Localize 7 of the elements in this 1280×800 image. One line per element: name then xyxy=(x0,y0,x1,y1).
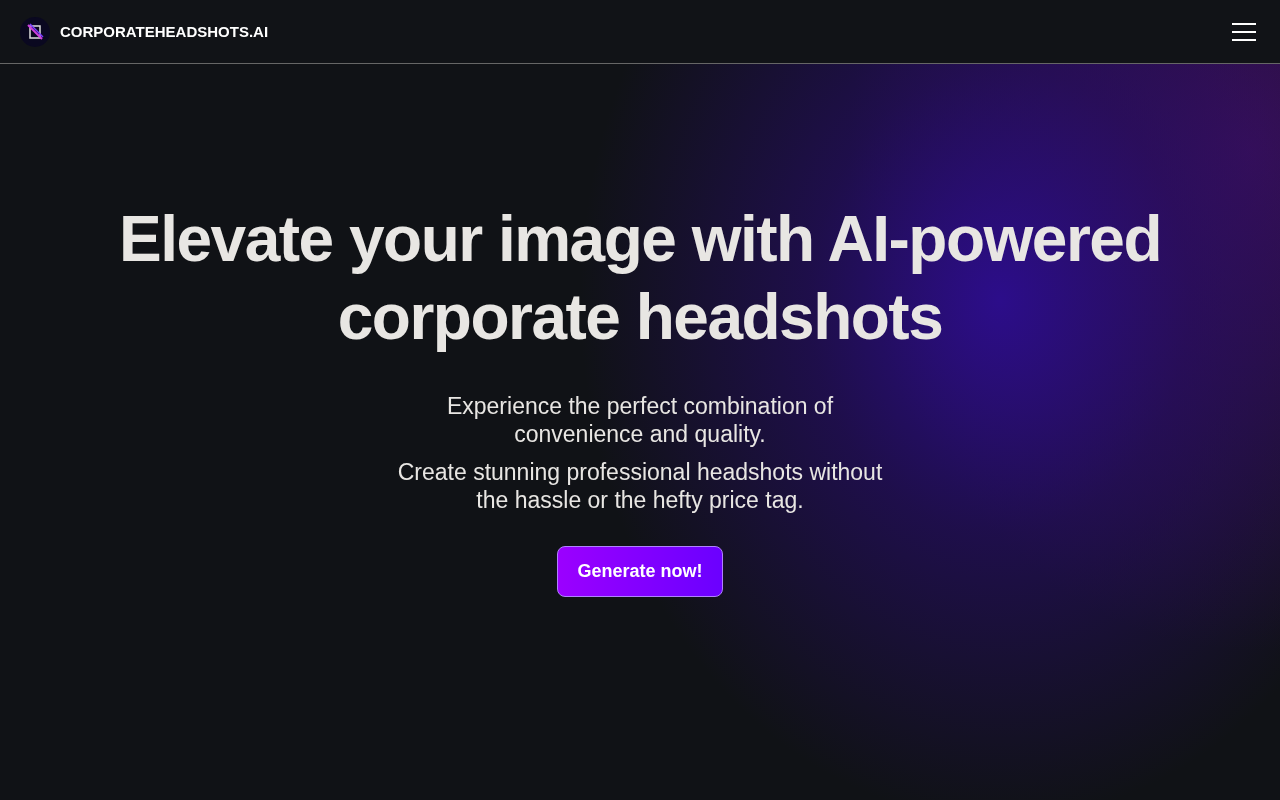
brand-name[interactable]: CORPORATEHEADSHOTS.AI xyxy=(60,23,269,40)
hero-title: Elevate your image with AI-powered corporate headshots xyxy=(118,202,1162,355)
logo-icon xyxy=(20,16,50,47)
hero-text: Experience the perfect combination of convenience and quality. xyxy=(445,392,835,448)
hero-text: Create stunning professional headshots without the hassle or the hefty price tag. xyxy=(396,458,884,514)
menu-icon[interactable] xyxy=(1232,22,1256,41)
generate-button[interactable]: Generate now! xyxy=(557,546,723,597)
